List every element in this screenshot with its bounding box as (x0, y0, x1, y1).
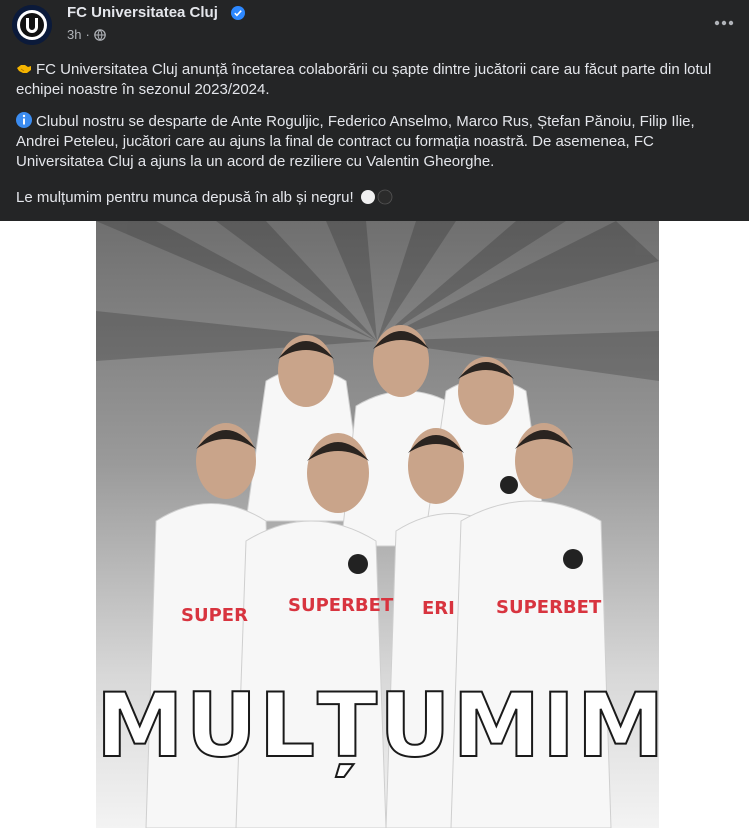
paragraph-1-text: FC Universitatea Cluj anunță încetarea c… (16, 61, 712, 98)
post-meta: 3h · (67, 27, 106, 42)
sponsor-text-1: SUPER (181, 605, 248, 626)
headline-text: MULȚUMIM (96, 673, 659, 778)
paragraph-3-text: Le mulțumim pentru munca depusă în alb ș… (16, 189, 354, 206)
post-header: FC Universitatea Cluj 3h · FC Universita… (0, 0, 749, 221)
info-emoji-icon (16, 112, 32, 128)
page-name[interactable]: FC Universitatea Cluj (67, 4, 218, 21)
facebook-post: FC Universitatea Cluj 3h · FC Universita… (0, 0, 749, 828)
sponsor-text-4: SUPERBET (496, 597, 602, 618)
u-cluj-logo-icon (12, 5, 52, 45)
page-avatar[interactable] (12, 5, 52, 45)
meta-separator: · (85, 27, 90, 42)
handshake-emoji-icon (17, 65, 31, 73)
post-time[interactable]: 3h (67, 27, 81, 42)
post-paragraph-2: Clubul nostru se desparte de Ante Rogulj… (16, 112, 736, 172)
sponsor-text-3: ERI (422, 598, 455, 619)
globe-icon (94, 28, 106, 41)
sponsor-text-2: SUPERBET (288, 595, 394, 616)
more-options-button[interactable] (711, 10, 737, 36)
white-black-circle-emoji-icon (360, 189, 393, 205)
ellipsis-icon (714, 20, 734, 26)
post-paragraph-1: FC Universitatea Cluj anunță încetarea c… (16, 60, 736, 100)
verified-badge-icon (231, 6, 245, 20)
post-paragraph-3: Le mulțumim pentru munca depusă în alb ș… (16, 188, 736, 208)
post-image-area[interactable]: SUPER SUPERBET ERI SUPERBET MULȚUMIM (0, 221, 749, 828)
team-photo[interactable]: SUPER SUPERBET ERI SUPERBET MULȚUMIM (96, 221, 659, 828)
paragraph-2-text: Clubul nostru se desparte de Ante Rogulj… (16, 113, 695, 170)
